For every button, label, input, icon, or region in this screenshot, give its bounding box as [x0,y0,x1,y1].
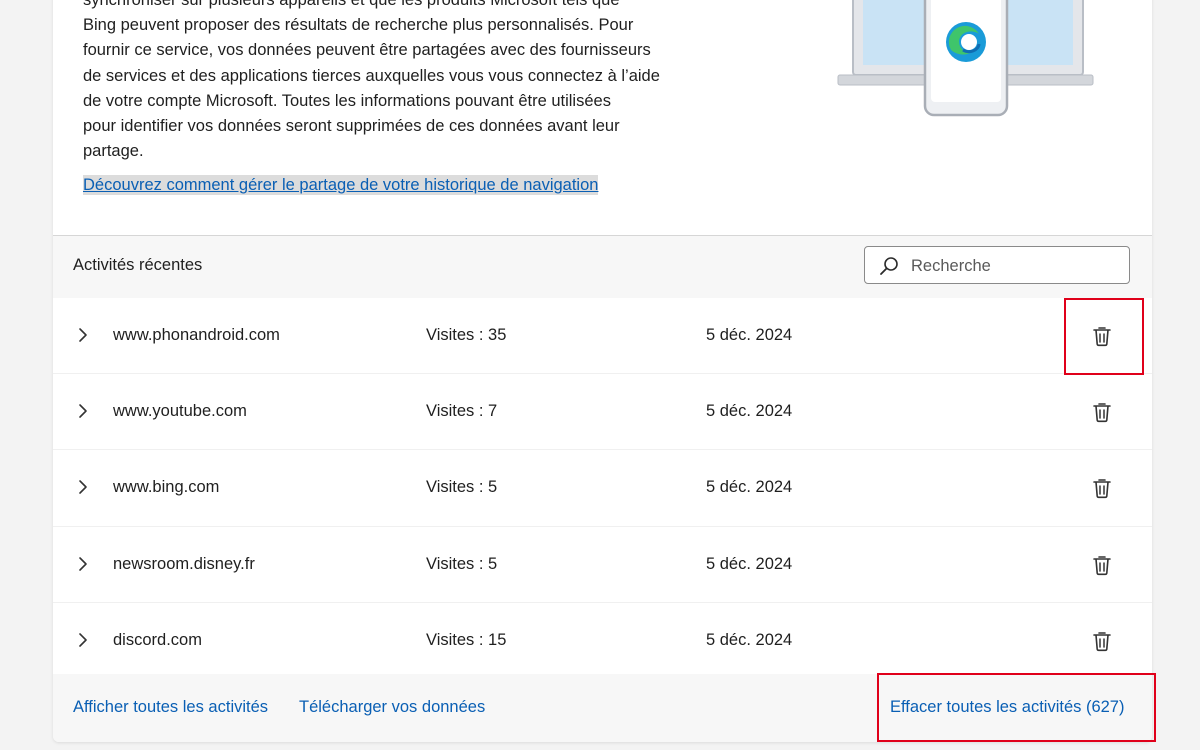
activity-row: www.youtube.com Visites : 7 5 déc. 2024 [53,374,1152,451]
search-box[interactable] [864,246,1130,284]
visit-count: Visites : 7 [426,402,498,421]
intro-line: synchroniser sur plusieurs appareils et … [83,0,620,9]
trash-icon [1093,403,1111,423]
intro-line: pour identifier vos données seront suppr… [83,117,620,136]
chevron-right-icon[interactable] [75,632,91,648]
activity-header: Activités récentes [53,236,1152,298]
activity-row: www.bing.com Visites : 5 5 déc. 2024 [53,450,1152,527]
learn-more-link-wrap: Découvrez comment gérer le partage de vo… [83,175,599,195]
chevron-right-icon[interactable] [75,479,91,495]
clear-all-activities-link[interactable]: Effacer toutes les activités (627) [890,698,1124,717]
trash-icon [1093,327,1111,347]
delete-button[interactable] [1089,552,1115,578]
delete-button[interactable] [1089,323,1115,349]
trash-icon [1093,555,1111,575]
site-name: newsroom.disney.fr [113,554,255,573]
visit-count: Visites : 35 [426,326,507,344]
search-input[interactable] [909,249,1123,283]
intro-line: fournir ce service, vos données peuvent … [83,41,651,60]
intro-paragraph: synchroniser sur plusieurs appareils et … [83,0,693,164]
trash-icon [1093,631,1111,651]
visit-date: 5 déc. 2024 [706,630,793,649]
visit-date: 5 déc. 2024 [706,554,793,573]
chevron-right-icon[interactable] [75,327,91,343]
chevron-right-icon[interactable] [75,403,91,419]
trash-icon [1093,479,1111,499]
delete-button[interactable] [1089,475,1115,501]
visit-date: 5 déc. 2024 [706,326,793,344]
visit-count: Visites : 15 [426,630,507,649]
intro-line: de services et des applications tierces … [83,66,660,85]
intro-line: Bing peuvent proposer des résultats de r… [83,16,634,35]
intro-line: partage. [83,142,144,161]
activity-row: newsroom.disney.fr Visites : 5 5 déc. 20… [53,526,1152,603]
site-name: www.phonandroid.com [113,326,280,344]
visit-date: 5 déc. 2024 [706,402,793,421]
download-data-link[interactable]: Télécharger vos données [299,698,485,717]
activity-list: www.phonandroid.com Visites : 35 5 déc. … [53,298,1152,679]
section-title: Activités récentes [73,256,203,274]
privacy-card: synchroniser sur plusieurs appareils et … [53,0,1152,742]
learn-more-link[interactable]: Découvrez comment gérer le partage de vo… [83,175,599,195]
visit-date: 5 déc. 2024 [706,478,793,497]
activity-row: www.phonandroid.com Visites : 35 5 déc. … [53,298,1152,375]
activity-footer: Afficher toutes les activités Télécharge… [53,674,1152,742]
delete-button[interactable] [1089,399,1115,425]
intro-line: de votre compte Microsoft. Toutes les in… [83,91,611,110]
chevron-right-icon[interactable] [75,556,91,572]
search-icon [880,257,898,275]
site-name: discord.com [113,630,202,649]
edge-logo-icon [946,22,986,62]
site-name: www.bing.com [113,478,220,497]
delete-button[interactable] [1089,628,1115,654]
show-all-activities-link[interactable]: Afficher toutes les activités [73,698,268,717]
visit-count: Visites : 5 [426,554,498,573]
site-name: www.youtube.com [113,402,247,421]
devices-illustration [837,0,1094,117]
visit-count: Visites : 5 [426,478,498,497]
activity-row: discord.com Visites : 15 5 déc. 2024 [53,602,1152,679]
